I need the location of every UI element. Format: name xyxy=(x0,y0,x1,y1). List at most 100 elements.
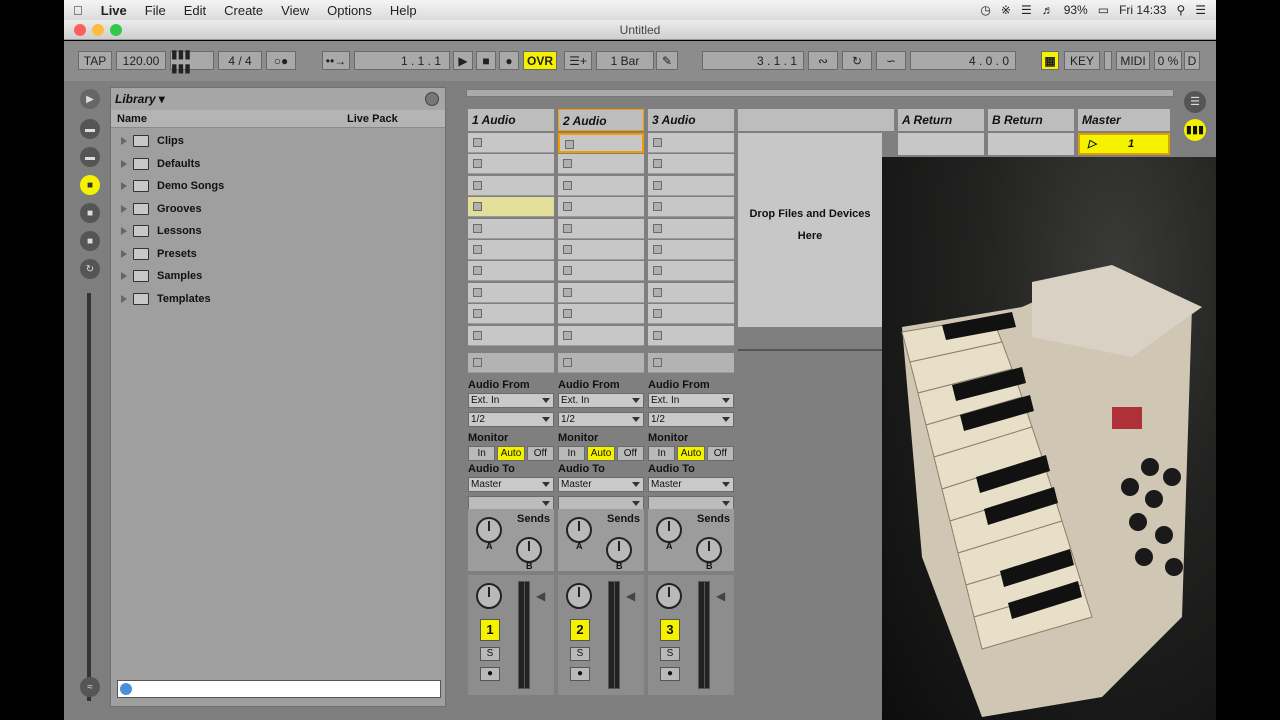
browser-item-templates[interactable]: Templates xyxy=(111,288,445,311)
clip-slot[interactable] xyxy=(558,154,644,175)
expand-icon[interactable] xyxy=(121,249,127,258)
input-channel-select[interactable]: 1/2 xyxy=(648,412,734,427)
tap-button[interactable]: TAP xyxy=(78,51,112,70)
master-header[interactable]: Master xyxy=(1078,109,1170,131)
clip-stop-icon[interactable] xyxy=(565,140,574,149)
clip-slot[interactable] xyxy=(558,261,644,282)
clip-stop-icon[interactable] xyxy=(563,202,572,212)
pan-knob[interactable] xyxy=(566,583,592,609)
monitor-in-button[interactable]: In xyxy=(468,446,496,461)
overdub-button[interactable]: OVR xyxy=(523,51,557,70)
key-map-button[interactable]: KEY xyxy=(1064,51,1100,70)
wifi-icon[interactable]: ☰ xyxy=(1021,3,1032,17)
expand-icon[interactable] xyxy=(121,294,127,303)
expand-icon[interactable] xyxy=(121,204,127,213)
send-b-knob[interactable] xyxy=(606,537,632,563)
stop-icon[interactable] xyxy=(473,358,482,367)
clip-stop-icon[interactable] xyxy=(653,180,662,190)
clip-stop-icon[interactable] xyxy=(653,223,662,233)
loop-start-field[interactable]: 3 . 1 . 1 xyxy=(702,51,804,70)
nudge-buttons[interactable]: ▮▮▮ ▮▮▮ xyxy=(170,47,214,75)
send-b-knob[interactable] xyxy=(516,537,542,563)
clip-stop-icon[interactable] xyxy=(653,159,662,169)
clock[interactable]: Fri 14:33 xyxy=(1119,3,1166,17)
clip-slot[interactable] xyxy=(648,218,734,239)
track-stop-button[interactable] xyxy=(468,353,554,373)
loop-length-field[interactable]: 4 . 0 . 0 xyxy=(910,51,1016,70)
computer-midi-keyboard-icon[interactable]: ▦ xyxy=(1041,51,1059,70)
menu-view[interactable]: View xyxy=(272,3,318,18)
monitor-off-button[interactable]: Off xyxy=(706,446,734,461)
master-scene-launch[interactable]: ▷ 1 xyxy=(1078,133,1170,155)
input-type-select[interactable]: Ext. In xyxy=(648,393,734,408)
browser-item-samples[interactable]: Samples xyxy=(111,265,445,288)
menu-icon[interactable]: ☰ xyxy=(1184,91,1206,113)
clip-slot[interactable] xyxy=(648,240,734,260)
clip-slot[interactable] xyxy=(648,197,734,218)
clip-slot[interactable] xyxy=(558,304,644,325)
clip-stop-icon[interactable] xyxy=(563,223,572,233)
folder-2-icon[interactable]: ■ xyxy=(80,231,100,251)
record-button[interactable]: ● xyxy=(499,51,519,70)
live-devices-icon[interactable]: ▬ xyxy=(80,119,100,139)
clip-slot[interactable] xyxy=(558,197,644,218)
minimize-icon[interactable] xyxy=(92,24,104,36)
clip-slot[interactable] xyxy=(468,218,554,239)
clip-stop-icon[interactable] xyxy=(473,245,482,254)
expand-icon[interactable] xyxy=(121,137,127,146)
browser-item-presets[interactable]: Presets xyxy=(111,243,445,266)
clip-stop-icon[interactable] xyxy=(473,287,482,297)
output-select[interactable]: Master xyxy=(558,477,644,492)
punch-in-button[interactable]: ∾ xyxy=(808,51,838,70)
input-type-select[interactable]: Ext. In xyxy=(558,393,644,408)
monitor-in-button[interactable]: In xyxy=(648,446,676,461)
close-icon[interactable] xyxy=(74,24,86,36)
metronome-button[interactable]: ○● xyxy=(266,51,296,70)
loop-switch[interactable]: ↻ xyxy=(842,51,872,70)
track-header-3[interactable]: 3 Audio xyxy=(648,109,734,131)
automation-arm-button[interactable]: ☰+ xyxy=(564,51,592,70)
clip-slot[interactable] xyxy=(468,282,554,303)
zoom-icon[interactable] xyxy=(110,24,122,36)
solo-button[interactable]: S xyxy=(480,647,500,661)
volume-slider-icon[interactable]: ◀ xyxy=(716,589,725,603)
return-b-header[interactable]: B Return xyxy=(988,109,1074,131)
clip-slot[interactable] xyxy=(558,240,644,260)
clip-slot[interactable] xyxy=(468,240,554,260)
clip-stop-icon[interactable] xyxy=(563,180,572,190)
clip-slot[interactable] xyxy=(648,175,734,196)
volume-slider-icon[interactable]: ◀ xyxy=(536,589,545,603)
apple-icon[interactable]:  xyxy=(64,3,92,18)
browser-item-defaults[interactable]: Defaults xyxy=(111,153,445,176)
expand-icon[interactable] xyxy=(121,182,127,191)
track-header-2[interactable]: 2 Audio xyxy=(558,109,644,131)
monitor-off-button[interactable]: Off xyxy=(526,446,554,461)
return-a-header[interactable]: A Return xyxy=(898,109,984,131)
search-input[interactable] xyxy=(117,680,441,698)
clip-slot[interactable] xyxy=(558,325,644,346)
show-browser-icon[interactable]: ▶ xyxy=(80,89,100,109)
clip-stop-icon[interactable] xyxy=(473,180,482,190)
clip-stop-icon[interactable] xyxy=(563,159,572,169)
clip-slot[interactable] xyxy=(648,304,734,325)
plugins-icon[interactable]: ▬ xyxy=(80,147,100,167)
send-a-knob[interactable] xyxy=(656,517,682,543)
quantization-menu[interactable]: 1 Bar xyxy=(596,51,654,70)
clip-stop-icon[interactable] xyxy=(563,266,572,276)
hot-swap-icon[interactable] xyxy=(425,92,439,106)
clip-slot[interactable] xyxy=(648,261,734,282)
clip-slot[interactable] xyxy=(558,218,644,239)
clip-stop-icon[interactable] xyxy=(653,309,662,319)
signature-field[interactable]: 4 / 4 xyxy=(218,51,262,70)
monitor-off-button[interactable]: Off xyxy=(616,446,644,461)
play-button[interactable]: ▶ xyxy=(453,51,473,70)
clip-slot[interactable] xyxy=(558,282,644,303)
clip-slot[interactable] xyxy=(558,175,644,196)
clip-slot[interactable] xyxy=(648,154,734,175)
monitor-auto-button[interactable]: Auto xyxy=(497,446,525,461)
clip-stop-icon[interactable] xyxy=(473,266,482,276)
overview-bar[interactable] xyxy=(466,89,1174,97)
groove-pool-icon[interactable]: ≈ xyxy=(80,677,100,697)
library-menu[interactable]: Library xyxy=(115,92,156,106)
drop-zone[interactable]: Drop Files and Devices Here xyxy=(738,133,882,327)
